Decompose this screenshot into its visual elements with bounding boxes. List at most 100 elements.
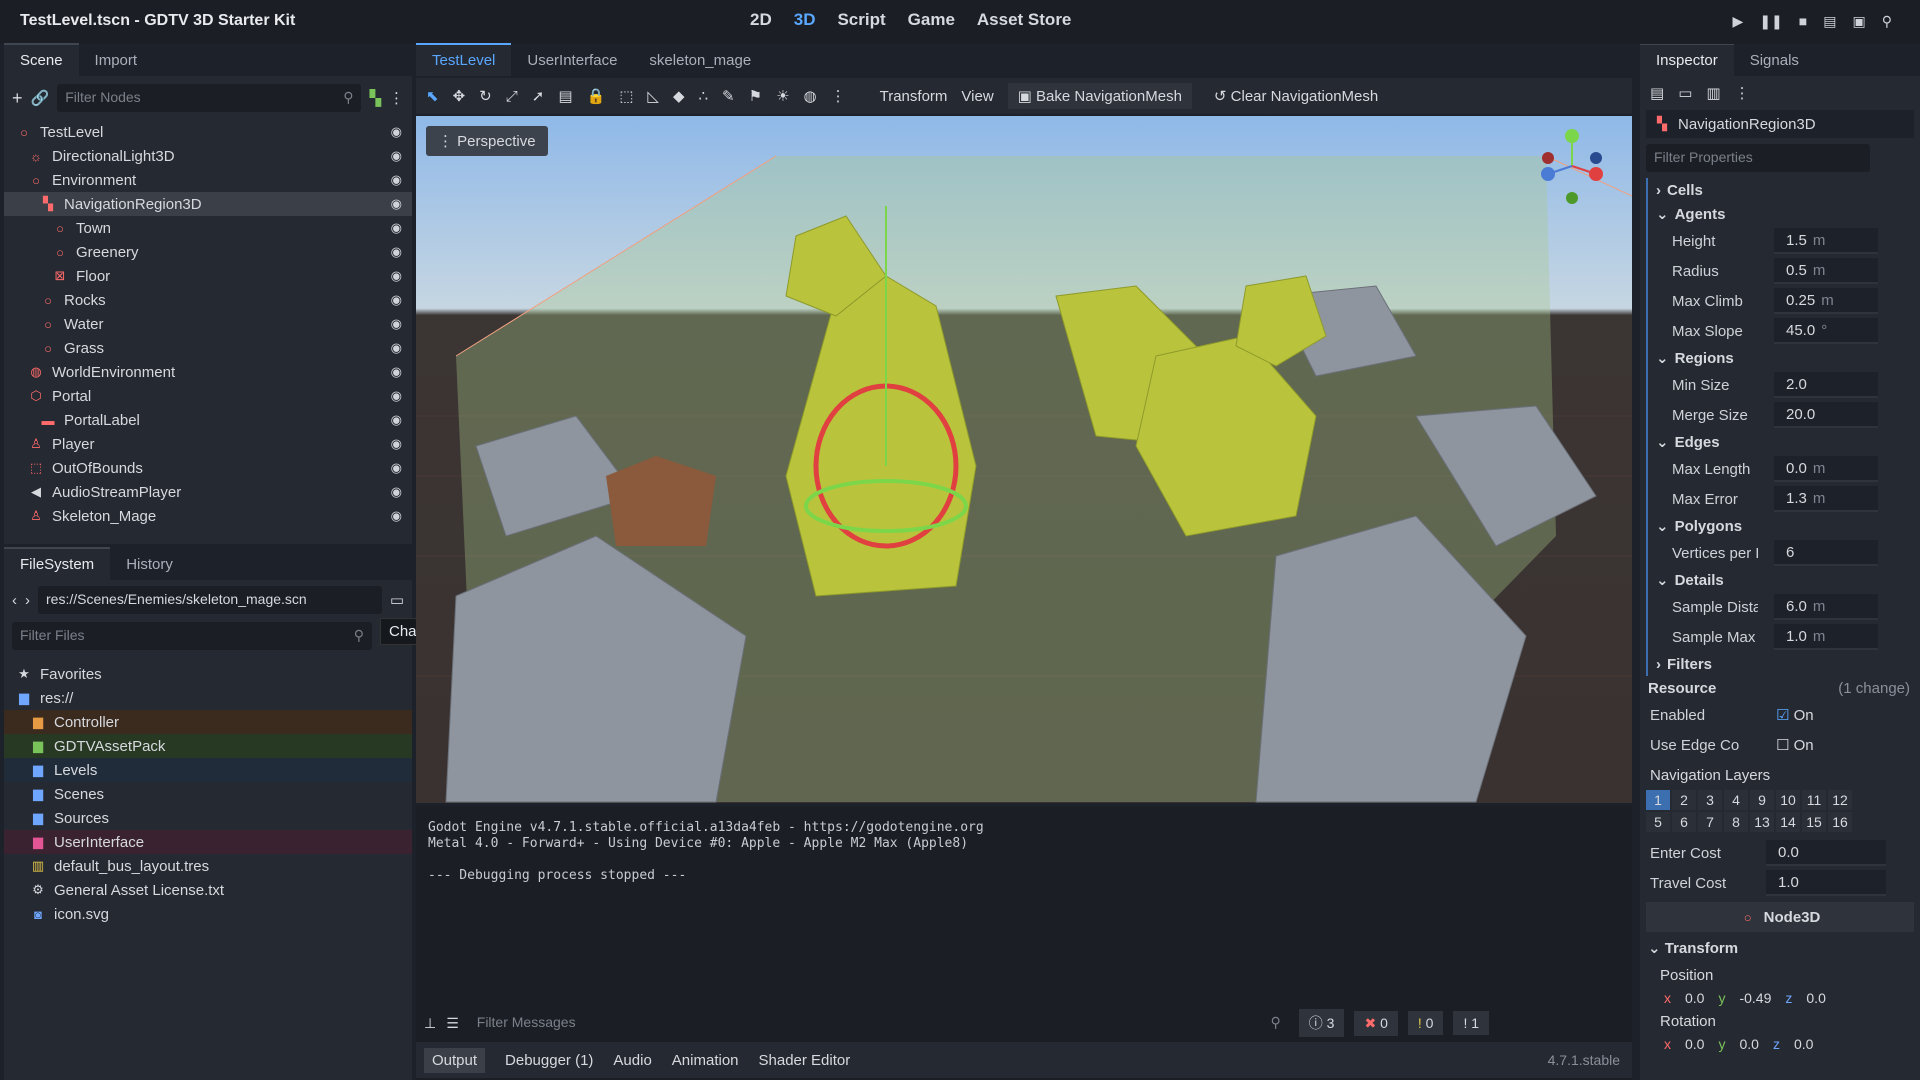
visibility-icon[interactable]: ◉: [391, 436, 402, 452]
filter-messages-input[interactable]: Filter Messages ⚲: [468, 1009, 1289, 1037]
file-item[interactable]: ▆ Levels: [4, 758, 412, 782]
layer-cell[interactable]: 10: [1776, 790, 1800, 810]
visibility-icon[interactable]: ◉: [391, 292, 402, 308]
errors-toggle[interactable]: ✖ 0: [1354, 1010, 1398, 1036]
rot-z[interactable]: 0.0: [1794, 1036, 1813, 1052]
section-header[interactable]: ⌄ Regions: [1648, 346, 1914, 370]
visibility-icon[interactable]: ◉: [391, 196, 402, 212]
clear-navmesh-button[interactable]: ↺ Clear NavigationMesh: [1206, 83, 1386, 109]
play-icon[interactable]: ▶: [1733, 13, 1744, 30]
tree-node[interactable]: ▚ NavigationRegion3D ◉: [4, 192, 412, 216]
snap-icon[interactable]: ∴: [698, 87, 708, 105]
visibility-icon[interactable]: ◉: [391, 124, 402, 140]
back-icon[interactable]: ‹: [12, 592, 17, 609]
visibility-icon[interactable]: ◉: [391, 148, 402, 164]
visibility-icon[interactable]: ◉: [391, 508, 402, 524]
tree-node[interactable]: ⬚ OutOfBounds ◉: [4, 456, 412, 480]
visibility-icon[interactable]: ◉: [391, 364, 402, 380]
tree-node[interactable]: ○ TestLevel ◉: [4, 120, 412, 144]
layer-cell[interactable]: 8: [1724, 812, 1748, 832]
property-value[interactable]: 1.0 m: [1774, 624, 1878, 650]
bottom-tab-4[interactable]: Shader Editor: [759, 1052, 851, 1069]
cube-icon[interactable]: ◆: [673, 87, 685, 105]
file-item[interactable]: ▆ Controller: [4, 710, 412, 734]
enter-cost-field[interactable]: 0.0: [1766, 840, 1886, 866]
select-tool-icon[interactable]: ⬉: [426, 87, 439, 105]
node-selector[interactable]: ▚ NavigationRegion3D: [1646, 110, 1914, 138]
section-header[interactable]: ⌄ Edges: [1648, 430, 1914, 454]
script-icon[interactable]: ▚: [369, 89, 381, 107]
property-value[interactable]: 6.0 m: [1774, 594, 1878, 620]
tree-node[interactable]: ○ Environment ◉: [4, 168, 412, 192]
remote-debug-icon[interactable]: ⚲: [1882, 13, 1892, 30]
file-item[interactable]: ▆ Sources: [4, 806, 412, 830]
section-header[interactable]: ⌄ Details: [1648, 568, 1914, 592]
rotation-fields[interactable]: x 0.0 y 0.0 z 0.0: [1640, 1036, 1920, 1052]
visibility-icon[interactable]: ◉: [391, 316, 402, 332]
pos-z[interactable]: 0.0: [1806, 990, 1825, 1006]
layer-cell[interactable]: 2: [1672, 790, 1696, 810]
filter-nodes-input[interactable]: Filter Nodes ⚲: [57, 84, 362, 112]
save-icon[interactable]: ▥: [1706, 84, 1720, 102]
tab-0[interactable]: FileSystem: [4, 547, 111, 580]
file-item[interactable]: ★ Favorites: [4, 662, 412, 686]
pin-icon[interactable]: ⚑: [749, 87, 762, 105]
3d-viewport[interactable]: ⋮ Perspective: [416, 116, 1632, 803]
perspective-menu[interactable]: ⋮ Perspective: [426, 126, 548, 156]
scale-tool-icon[interactable]: ⤢: [506, 88, 518, 105]
layer-cell[interactable]: 9: [1750, 790, 1774, 810]
tree-node[interactable]: ⬡ Portal ◉: [4, 384, 412, 408]
section-header[interactable]: › Filters: [1648, 652, 1914, 676]
layer-cell[interactable]: 6: [1672, 812, 1696, 832]
rotate-tool-icon[interactable]: ↻: [479, 87, 492, 105]
add-node-icon[interactable]: +: [12, 88, 23, 109]
editor-toggle[interactable]: ǃ 1: [1453, 1011, 1490, 1035]
list-icon[interactable]: ▤: [558, 87, 572, 105]
property-value[interactable]: 1.3 m: [1774, 486, 1878, 512]
view-gizmo[interactable]: [1532, 126, 1612, 206]
layer-cell[interactable]: 13: [1750, 812, 1774, 832]
visibility-icon[interactable]: ◉: [391, 172, 402, 188]
tree-node[interactable]: ◀ AudioStreamPlayer ◉: [4, 480, 412, 504]
sun-toggle-icon[interactable]: ☀: [776, 87, 789, 105]
new-resource-icon[interactable]: ▤: [1650, 84, 1664, 102]
property-value[interactable]: 20.0: [1774, 402, 1878, 428]
transform-menu[interactable]: Transform: [880, 88, 948, 105]
visibility-icon[interactable]: ◉: [391, 412, 402, 428]
tab-0[interactable]: Inspector: [1640, 44, 1734, 76]
resource-section[interactable]: Resource (1 change): [1640, 676, 1920, 700]
tree-node[interactable]: ♙ Skeleton_Mage ◉: [4, 504, 412, 528]
tab-1[interactable]: Import: [79, 45, 154, 76]
tree-node[interactable]: ◍ WorldEnvironment ◉: [4, 360, 412, 384]
mode-4[interactable]: Asset Store: [977, 10, 1071, 30]
group-icon[interactable]: ⬚: [619, 87, 633, 105]
property-value[interactable]: 1.5 m: [1774, 228, 1878, 254]
property-value[interactable]: 6: [1774, 540, 1878, 566]
layer-cell[interactable]: 3: [1698, 790, 1722, 810]
tree-node[interactable]: ○ Town ◉: [4, 216, 412, 240]
visibility-icon[interactable]: ◉: [391, 268, 402, 284]
section-header[interactable]: ⌄ Agents: [1648, 202, 1914, 226]
clear-output-icon[interactable]: ⊥: [424, 1015, 436, 1032]
paint-icon[interactable]: ✎: [722, 87, 735, 105]
enabled-checkbox[interactable]: ☑ On: [1776, 706, 1814, 724]
position-fields[interactable]: x 0.0 y -0.49 z 0.0: [1640, 990, 1920, 1006]
warnings-toggle[interactable]: ! 0: [1407, 1011, 1444, 1035]
rot-y[interactable]: 0.0: [1739, 1036, 1758, 1052]
travel-cost-field[interactable]: 1.0: [1766, 870, 1886, 896]
env-toggle-icon[interactable]: ◍: [804, 87, 817, 105]
transform-section[interactable]: ⌄ Transform: [1640, 936, 1920, 960]
file-item[interactable]: ◙ icon.svg: [4, 902, 412, 926]
tab-1[interactable]: Signals: [1734, 45, 1815, 76]
layer-cell[interactable]: 12: [1828, 790, 1852, 810]
mode-3[interactable]: Game: [908, 10, 955, 30]
file-item[interactable]: ▆ UserInterface: [4, 830, 412, 854]
visibility-icon[interactable]: ◉: [391, 460, 402, 476]
collapse-icon[interactable]: ☰: [446, 1015, 459, 1032]
scene-tab-0[interactable]: TestLevel: [416, 43, 512, 76]
layer-cell[interactable]: 16: [1828, 812, 1852, 832]
property-value[interactable]: 2.0: [1774, 372, 1878, 398]
more-icon[interactable]: ⋮: [1735, 84, 1750, 102]
open-icon[interactable]: ▭: [1678, 84, 1692, 102]
filter-files-input[interactable]: Filter Files ⚲: [12, 622, 372, 650]
